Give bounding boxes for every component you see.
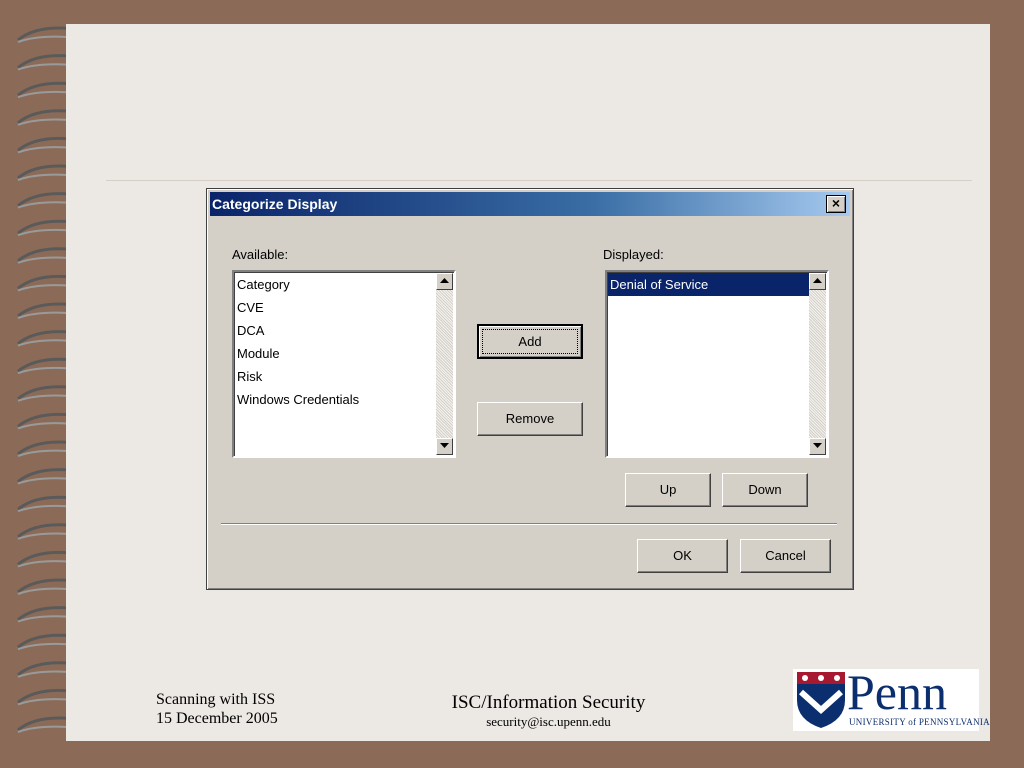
available-label: Available: [232, 247, 289, 262]
list-item[interactable]: Risk [235, 365, 436, 388]
remove-button-label: Remove [505, 411, 555, 426]
list-item[interactable]: Category [235, 273, 436, 296]
categorize-display-dialog: Categorize Display × Available: Displaye… [206, 188, 854, 590]
dialog-separator [221, 523, 837, 525]
displayed-listbox[interactable]: Denial of Service [605, 270, 829, 458]
penn-shield-icon [797, 672, 845, 728]
add-button-label: Add [518, 334, 542, 349]
close-icon: × [831, 195, 841, 211]
up-button[interactable]: Up [625, 473, 711, 507]
down-button[interactable]: Down [722, 473, 808, 507]
footer-organization: ISC/Information Security [451, 692, 646, 713]
divider-line [106, 180, 972, 181]
available-scroll-up-button[interactable] [436, 273, 453, 290]
footer-date: 15 December 2005 [156, 710, 278, 727]
penn-wordmark: Penn [847, 664, 947, 720]
available-scrollbar[interactable] [436, 273, 453, 455]
up-button-label: Up [659, 482, 677, 497]
footer-presentation-title: Scanning with ISS [156, 691, 276, 708]
cancel-button-label: Cancel [765, 548, 806, 563]
scroll-up-arrow-icon [440, 278, 449, 283]
down-button-label: Down [748, 482, 782, 497]
scroll-up-arrow-icon [813, 278, 822, 283]
scroll-down-arrow-icon [440, 443, 449, 448]
displayed-scrollbar[interactable] [809, 273, 826, 455]
penn-logo: Penn UNIVERSITY of PENNSYLVANIA [793, 664, 990, 731]
penn-university-name: UNIVERSITY of PENNSYLVANIA [849, 717, 990, 727]
close-button[interactable]: × [826, 195, 846, 213]
list-item[interactable]: Denial of Service [608, 273, 809, 296]
list-item[interactable]: DCA [235, 319, 436, 342]
ok-button-label: OK [673, 548, 692, 563]
ok-button[interactable]: OK [637, 539, 728, 573]
slide: Categorize Display × Available: Displaye… [66, 24, 990, 741]
available-listbox[interactable]: Category CVE DCA Module Risk Windows Credenti… [232, 270, 456, 458]
cancel-button[interactable]: Cancel [740, 539, 831, 573]
add-button[interactable]: Add [477, 324, 583, 359]
list-item[interactable]: Module [235, 342, 436, 365]
displayed-label: Displayed: [603, 247, 664, 262]
displayed-scroll-down-button[interactable] [809, 438, 826, 455]
available-scroll-down-button[interactable] [436, 438, 453, 455]
footer-left: Scanning with ISS 15 December 2005 [156, 690, 278, 728]
remove-button[interactable]: Remove [477, 402, 583, 436]
displayed-list: Denial of Service [608, 273, 809, 296]
footer-center: ISC/Information Security security@isc.up… [366, 692, 731, 730]
footer-email: security@isc.upenn.edu [486, 714, 611, 729]
dialog-titlebar[interactable]: Categorize Display × [210, 192, 850, 216]
displayed-scroll-up-button[interactable] [809, 273, 826, 290]
dialog-title: Categorize Display [212, 196, 338, 212]
list-item[interactable]: CVE [235, 296, 436, 319]
available-list: Category CVE DCA Module Risk Windows Credenti… [235, 273, 436, 411]
list-item[interactable]: Windows Credentials [235, 388, 436, 411]
scroll-down-arrow-icon [813, 443, 822, 448]
